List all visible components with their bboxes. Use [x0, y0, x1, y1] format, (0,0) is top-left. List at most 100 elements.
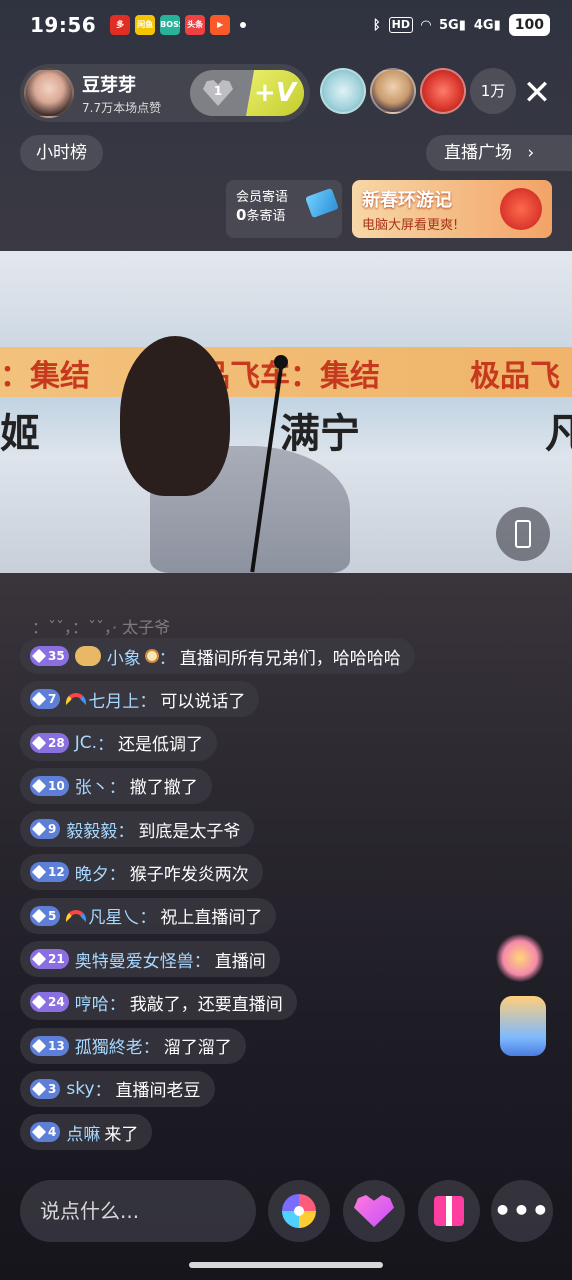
video-banner-text: 极品飞 [470, 359, 560, 394]
chat-username[interactable]: 小象 [107, 644, 141, 669]
host-avatar[interactable] [24, 68, 74, 118]
chat-username[interactable]: 晚夕 [75, 860, 109, 885]
chat-message[interactable]: 35 小象 ：直播间所有兄弟们，哈哈哈哈 [20, 638, 415, 674]
hourly-rank-button[interactable]: 小时榜 [20, 135, 103, 171]
user-level-badge: 4 [30, 1122, 61, 1143]
chat-text: 可以说话了 [160, 691, 246, 712]
chat-message[interactable]: 24 哼哈：我敲了，还要直播间 [20, 984, 297, 1021]
status-bar: 19:56 多闲鱼BOSS头条▶ ᛒ HD ◠ 5G▮ 4G▮ 100 [0, 0, 572, 50]
viewer-avatar[interactable] [370, 68, 416, 114]
boss-app-icon: BOSS [160, 15, 181, 35]
chat-message-row: 4 点嘛 来了 [20, 1114, 480, 1157]
viewer-list[interactable]: 1万 [320, 68, 516, 114]
signal-4g-icon: 4G▮ [473, 17, 501, 33]
user-level: 9 [48, 822, 57, 837]
toutiao-app-icon: 头条 [185, 15, 206, 35]
chat-colon: ： [94, 1081, 112, 1102]
chat-username[interactable]: 哼哈 [75, 990, 109, 1015]
chat-text: 来了 [104, 1124, 139, 1145]
fan-club-badge[interactable]: 1 [190, 70, 246, 116]
pinduoduo-app-icon: 多 [110, 15, 131, 35]
chat-message[interactable]: 12 晚夕：猴子咋发炎两次 [20, 854, 263, 891]
user-level-badge: 3 [30, 1078, 61, 1099]
user-level-badge: 9 [30, 819, 61, 840]
host-name: 豆芽芽 [82, 74, 136, 96]
user-level: 28 [48, 735, 65, 750]
chat-message[interactable]: 3 sky：直播间老豆 [20, 1070, 215, 1107]
chat-username[interactable]: 凡星乀 [88, 903, 139, 928]
video-name-text: 凡 [545, 411, 572, 457]
home-indicator[interactable] [189, 1262, 383, 1268]
host-follow-group[interactable]: 1 +V [190, 70, 304, 116]
wifi-icon: ◠ [421, 17, 432, 33]
chat-username[interactable]: 七月上 [88, 687, 139, 712]
chat-username[interactable]: 奥特曼爱女怪兽 [75, 947, 194, 972]
status-right: ᛒ HD ◠ 5G▮ 4G▮ 100 [373, 14, 550, 36]
user-level-badge: 24 [30, 992, 69, 1013]
host-card[interactable]: 豆芽芽 7.7万本场点赞 1 +V [20, 64, 310, 122]
chat-text: 猴子咋发炎两次 [129, 864, 249, 885]
chat-username[interactable]: 孤獨終老 [75, 1033, 143, 1058]
chat-message[interactable]: 7 七月上：可以说话了 [20, 681, 260, 718]
chat-text: 祝上直播间了 [160, 908, 263, 929]
chat-colon: ： [193, 951, 211, 972]
diamond-icon [31, 648, 47, 664]
live-video[interactable]: ：集结 品飞车：集结 极品飞 姬 满宁 凡 [0, 251, 572, 573]
user-level-badge: 12 [30, 862, 69, 883]
chat-text: 我敲了，还要直播间 [129, 994, 283, 1015]
chat-message[interactable]: 13 孤獨終老：溜了溜了 [20, 1027, 246, 1064]
chat-message-row: 21 奥特曼爱女怪兽：直播间 [20, 941, 480, 984]
rotate-screen-button[interactable] [496, 507, 550, 561]
chat-faded-message: ：ˇˇ，：ˇˇ，· 太子爷 [32, 618, 171, 637]
more-button[interactable]: ••• [491, 1180, 553, 1242]
chat-message-row: 12 晚夕：猴子咋发炎两次 [20, 854, 480, 897]
chat-colon: ： [108, 994, 126, 1015]
chat-message[interactable]: 4 点嘛 来了 [20, 1114, 153, 1151]
member-message-suffix: 条寄语 [246, 209, 286, 224]
chat-message[interactable]: 9 毅毅毅：到底是太子爷 [20, 811, 255, 848]
member-message-count: 0 [236, 206, 247, 224]
chat-username[interactable]: sky [66, 1079, 94, 1099]
viewer-avatar[interactable] [420, 68, 466, 114]
pinwheel-icon [282, 1194, 316, 1228]
host-info: 豆芽芽 7.7万本场点赞 [82, 71, 161, 116]
chat-message[interactable]: 5 凡星乀：祝上直播间了 [20, 897, 277, 934]
host-likes: 7.7万本场点赞 [82, 100, 162, 115]
user-level-badge: 10 [30, 775, 69, 796]
promo-banner[interactable]: 新春环游记 电脑大屏看更爽! [352, 180, 552, 238]
comment-input[interactable]: 说点什么... [20, 1180, 256, 1242]
rainbow-icon [66, 693, 87, 706]
fan-club-button[interactable] [343, 1180, 405, 1242]
chat-text: 直播间 [214, 951, 266, 972]
rock-hand-icon [500, 996, 546, 1056]
rotate-phone-icon [515, 520, 531, 548]
chat-username[interactable]: 点嘛 [66, 1120, 100, 1145]
chat-message-row: 3 sky：直播间老豆 [20, 1070, 480, 1114]
chat-colon: ： [139, 691, 157, 712]
chat-message-row: 24 哼哈：我敲了，还要直播间 [20, 984, 480, 1027]
gift-button[interactable] [418, 1180, 480, 1242]
viewer-avatar[interactable] [320, 68, 366, 114]
video-app-icon: ▶ [210, 15, 231, 35]
chevron-right-icon: › [527, 143, 535, 163]
video-performer [110, 336, 350, 573]
chat-colon: ： [97, 735, 114, 756]
interaction-button[interactable] [268, 1180, 330, 1242]
diamond-icon [31, 1081, 47, 1097]
chat-list[interactable]: ：ˇˇ，：ˇˇ，· 太子爷 35 小象：直播间所有兄弟们，哈哈哈哈 7 七月上：可以说… [20, 614, 480, 1158]
live-plaza-button[interactable]: 直播广场 › [426, 135, 572, 171]
member-message-card[interactable]: 会员寄语 0条寄语 [226, 180, 342, 238]
chat-colon: ： [158, 648, 176, 669]
chat-message[interactable]: 10 张丶：撤了撤了 [20, 767, 212, 804]
follow-vip-button[interactable]: +V [246, 70, 304, 116]
user-level-badge: 13 [30, 1035, 69, 1056]
viewer-count[interactable]: 1万 [470, 68, 516, 114]
chat-message[interactable]: 21 奥特曼爱女怪兽：直播间 [20, 941, 280, 978]
chat-username[interactable]: JC. [75, 733, 97, 753]
chat-username[interactable]: 毅毅毅 [66, 817, 117, 842]
chat-message[interactable]: 28 JC.：还是低调了 [20, 724, 217, 761]
user-level: 24 [48, 995, 65, 1010]
microphone-head [274, 355, 288, 369]
chat-username[interactable]: 张丶 [75, 773, 109, 798]
close-icon[interactable]: ✕ [520, 76, 554, 110]
